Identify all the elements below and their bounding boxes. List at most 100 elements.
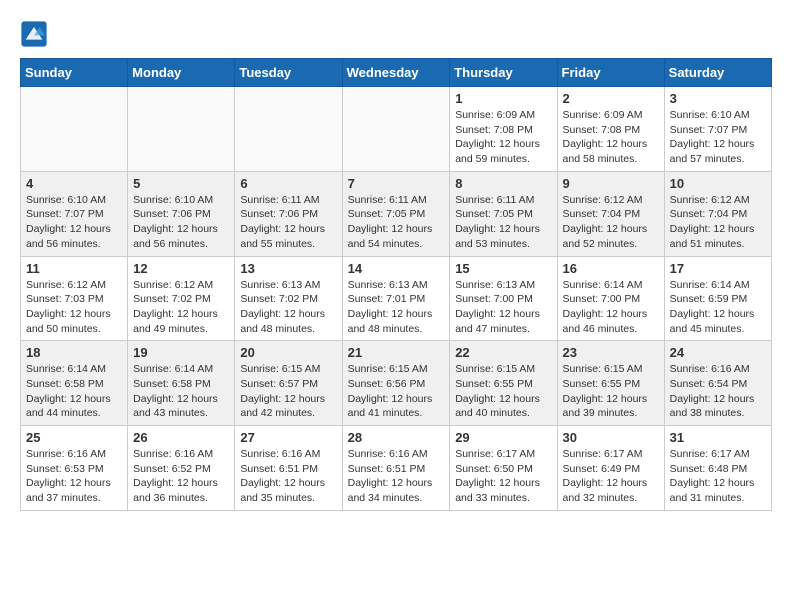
day-number: 21 bbox=[348, 345, 445, 360]
weekday-header: Wednesday bbox=[342, 59, 450, 87]
day-number: 28 bbox=[348, 430, 445, 445]
calendar-cell: 21 Sunrise: 6:15 AM Sunset: 6:56 PM Dayli… bbox=[342, 341, 450, 426]
calendar-header: SundayMondayTuesdayWednesdayThursdayFrid… bbox=[21, 59, 772, 87]
calendar-cell: 12 Sunrise: 6:12 AM Sunset: 7:02 PM Dayli… bbox=[128, 256, 235, 341]
calendar-week-row: 18 Sunrise: 6:14 AM Sunset: 6:58 PM Dayli… bbox=[21, 341, 772, 426]
calendar-cell: 6 Sunrise: 6:11 AM Sunset: 7:06 PM Daylig… bbox=[235, 171, 342, 256]
day-number: 26 bbox=[133, 430, 229, 445]
logo-icon bbox=[20, 20, 48, 48]
day-number: 7 bbox=[348, 176, 445, 191]
day-info: Sunrise: 6:14 AM Sunset: 6:59 PM Dayligh… bbox=[670, 278, 766, 337]
calendar-cell bbox=[21, 87, 128, 172]
day-number: 6 bbox=[240, 176, 336, 191]
weekday-header: Thursday bbox=[450, 59, 557, 87]
calendar-cell: 19 Sunrise: 6:14 AM Sunset: 6:58 PM Dayli… bbox=[128, 341, 235, 426]
day-info: Sunrise: 6:12 AM Sunset: 7:03 PM Dayligh… bbox=[26, 278, 122, 337]
day-number: 2 bbox=[563, 91, 659, 106]
calendar-cell: 29Sunrise: 6:17 AM Sunset: 6:50 PM Dayli… bbox=[450, 426, 557, 511]
day-info: Sunrise: 6:11 AM Sunset: 7:05 PM Dayligh… bbox=[348, 193, 445, 252]
calendar-cell: 13 Sunrise: 6:13 AM Sunset: 7:02 PM Dayli… bbox=[235, 256, 342, 341]
calendar-cell: 30Sunrise: 6:17 AM Sunset: 6:49 PM Dayli… bbox=[557, 426, 664, 511]
calendar-cell: 24 Sunrise: 6:16 AM Sunset: 6:54 PM Dayli… bbox=[664, 341, 771, 426]
day-info: Sunrise: 6:11 AM Sunset: 7:06 PM Dayligh… bbox=[240, 193, 336, 252]
calendar-cell: 22 Sunrise: 6:15 AM Sunset: 6:55 PM Dayli… bbox=[450, 341, 557, 426]
calendar-cell bbox=[128, 87, 235, 172]
logo bbox=[20, 20, 53, 48]
day-number: 23 bbox=[563, 345, 659, 360]
day-number: 18 bbox=[26, 345, 122, 360]
weekday-header: Saturday bbox=[664, 59, 771, 87]
day-info: Sunrise: 6:09 AM Sunset: 7:08 PM Dayligh… bbox=[563, 108, 659, 167]
day-info: Sunrise: 6:12 AM Sunset: 7:04 PM Dayligh… bbox=[670, 193, 766, 252]
calendar-cell: 23 Sunrise: 6:15 AM Sunset: 6:55 PM Dayli… bbox=[557, 341, 664, 426]
day-info: Sunrise: 6:15 AM Sunset: 6:55 PM Dayligh… bbox=[563, 362, 659, 421]
weekday-header: Tuesday bbox=[235, 59, 342, 87]
day-info: Sunrise: 6:12 AM Sunset: 7:02 PM Dayligh… bbox=[133, 278, 229, 337]
calendar-cell: 15Sunrise: 6:13 AM Sunset: 7:00 PM Dayli… bbox=[450, 256, 557, 341]
calendar-cell: 10 Sunrise: 6:12 AM Sunset: 7:04 PM Dayli… bbox=[664, 171, 771, 256]
weekday-header: Monday bbox=[128, 59, 235, 87]
calendar-cell: 18Sunrise: 6:14 AM Sunset: 6:58 PM Dayli… bbox=[21, 341, 128, 426]
day-info: Sunrise: 6:16 AM Sunset: 6:53 PM Dayligh… bbox=[26, 447, 122, 506]
day-number: 3 bbox=[670, 91, 766, 106]
day-number: 25 bbox=[26, 430, 122, 445]
calendar-week-row: 4Sunrise: 6:10 AM Sunset: 7:07 PM Daylig… bbox=[21, 171, 772, 256]
day-info: Sunrise: 6:15 AM Sunset: 6:55 PM Dayligh… bbox=[455, 362, 551, 421]
calendar-cell: 27 Sunrise: 6:16 AM Sunset: 6:51 PM Dayli… bbox=[235, 426, 342, 511]
calendar-cell: 5 Sunrise: 6:10 AM Sunset: 7:06 PM Daylig… bbox=[128, 171, 235, 256]
calendar: SundayMondayTuesdayWednesdayThursdayFrid… bbox=[20, 58, 772, 511]
day-info: Sunrise: 6:15 AM Sunset: 6:56 PM Dayligh… bbox=[348, 362, 445, 421]
calendar-cell: 8 Sunrise: 6:11 AM Sunset: 7:05 PM Daylig… bbox=[450, 171, 557, 256]
day-info: Sunrise: 6:17 AM Sunset: 6:49 PM Dayligh… bbox=[563, 447, 659, 506]
day-info: Sunrise: 6:16 AM Sunset: 6:54 PM Dayligh… bbox=[670, 362, 766, 421]
day-number: 15 bbox=[455, 261, 551, 276]
calendar-cell: 25 Sunrise: 6:16 AM Sunset: 6:53 PM Dayli… bbox=[21, 426, 128, 511]
day-info: Sunrise: 6:14 AM Sunset: 7:00 PM Dayligh… bbox=[563, 278, 659, 337]
day-number: 8 bbox=[455, 176, 551, 191]
weekday-header: Sunday bbox=[21, 59, 128, 87]
day-number: 1 bbox=[455, 91, 551, 106]
calendar-week-row: 25 Sunrise: 6:16 AM Sunset: 6:53 PM Dayli… bbox=[21, 426, 772, 511]
day-info: Sunrise: 6:11 AM Sunset: 7:05 PM Dayligh… bbox=[455, 193, 551, 252]
day-number: 20 bbox=[240, 345, 336, 360]
day-number: 10 bbox=[670, 176, 766, 191]
calendar-cell: 31 Sunrise: 6:17 AM Sunset: 6:48 PM Dayli… bbox=[664, 426, 771, 511]
day-number: 19 bbox=[133, 345, 229, 360]
calendar-cell: 28Sunrise: 6:16 AM Sunset: 6:51 PM Dayli… bbox=[342, 426, 450, 511]
day-number: 22 bbox=[455, 345, 551, 360]
day-info: Sunrise: 6:14 AM Sunset: 6:58 PM Dayligh… bbox=[133, 362, 229, 421]
calendar-week-row: 11 Sunrise: 6:12 AM Sunset: 7:03 PM Dayli… bbox=[21, 256, 772, 341]
day-info: Sunrise: 6:15 AM Sunset: 6:57 PM Dayligh… bbox=[240, 362, 336, 421]
day-info: Sunrise: 6:13 AM Sunset: 7:02 PM Dayligh… bbox=[240, 278, 336, 337]
calendar-cell: 1 Sunrise: 6:09 AM Sunset: 7:08 PM Daylig… bbox=[450, 87, 557, 172]
day-info: Sunrise: 6:09 AM Sunset: 7:08 PM Dayligh… bbox=[455, 108, 551, 167]
day-info: Sunrise: 6:10 AM Sunset: 7:06 PM Dayligh… bbox=[133, 193, 229, 252]
calendar-cell: 14Sunrise: 6:13 AM Sunset: 7:01 PM Dayli… bbox=[342, 256, 450, 341]
calendar-cell: 3Sunrise: 6:10 AM Sunset: 7:07 PM Daylig… bbox=[664, 87, 771, 172]
calendar-cell: 16 Sunrise: 6:14 AM Sunset: 7:00 PM Dayli… bbox=[557, 256, 664, 341]
day-info: Sunrise: 6:10 AM Sunset: 7:07 PM Dayligh… bbox=[26, 193, 122, 252]
day-number: 31 bbox=[670, 430, 766, 445]
day-info: Sunrise: 6:16 AM Sunset: 6:51 PM Dayligh… bbox=[240, 447, 336, 506]
calendar-body: 1 Sunrise: 6:09 AM Sunset: 7:08 PM Daylig… bbox=[21, 87, 772, 511]
calendar-cell bbox=[235, 87, 342, 172]
day-number: 13 bbox=[240, 261, 336, 276]
day-number: 24 bbox=[670, 345, 766, 360]
day-info: Sunrise: 6:17 AM Sunset: 6:50 PM Dayligh… bbox=[455, 447, 551, 506]
day-info: Sunrise: 6:17 AM Sunset: 6:48 PM Dayligh… bbox=[670, 447, 766, 506]
day-number: 27 bbox=[240, 430, 336, 445]
calendar-cell: 7 Sunrise: 6:11 AM Sunset: 7:05 PM Daylig… bbox=[342, 171, 450, 256]
calendar-cell: 11 Sunrise: 6:12 AM Sunset: 7:03 PM Dayli… bbox=[21, 256, 128, 341]
day-info: Sunrise: 6:13 AM Sunset: 7:01 PM Dayligh… bbox=[348, 278, 445, 337]
day-info: Sunrise: 6:12 AM Sunset: 7:04 PM Dayligh… bbox=[563, 193, 659, 252]
calendar-cell: 26 Sunrise: 6:16 AM Sunset: 6:52 PM Dayli… bbox=[128, 426, 235, 511]
day-number: 11 bbox=[26, 261, 122, 276]
page-header bbox=[20, 20, 772, 48]
day-number: 12 bbox=[133, 261, 229, 276]
day-number: 16 bbox=[563, 261, 659, 276]
calendar-cell: 17Sunrise: 6:14 AM Sunset: 6:59 PM Dayli… bbox=[664, 256, 771, 341]
day-number: 5 bbox=[133, 176, 229, 191]
day-info: Sunrise: 6:16 AM Sunset: 6:52 PM Dayligh… bbox=[133, 447, 229, 506]
calendar-cell: 4Sunrise: 6:10 AM Sunset: 7:07 PM Daylig… bbox=[21, 171, 128, 256]
weekday-header: Friday bbox=[557, 59, 664, 87]
